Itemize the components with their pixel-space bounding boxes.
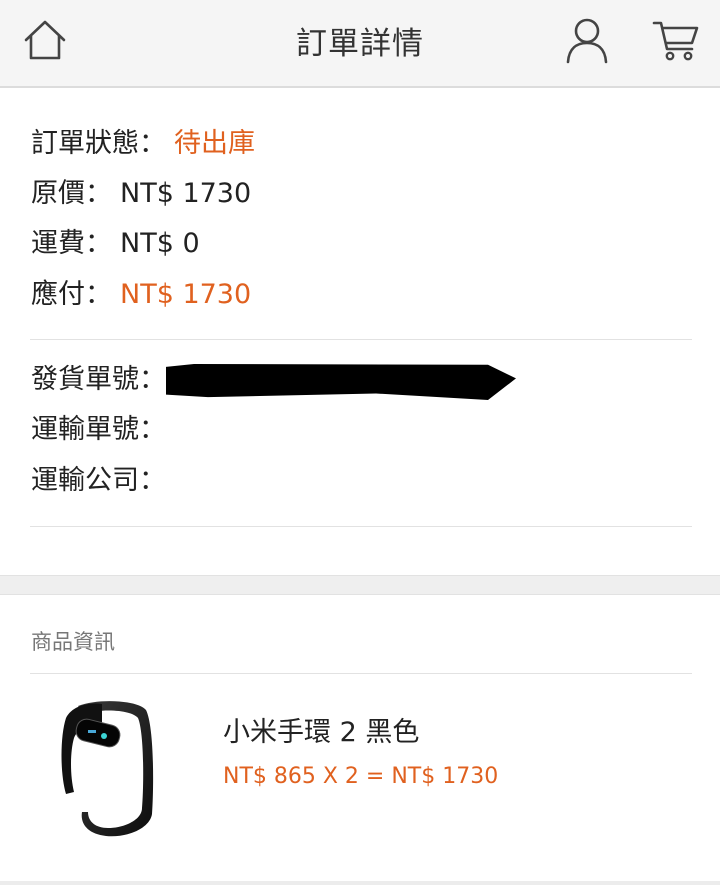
payable-value: NT$ 1730 (120, 279, 252, 310)
transport-company-row: 運輸公司： (31, 464, 166, 498)
user-icon[interactable] (565, 16, 609, 64)
top-header: 訂單詳情 (0, 0, 720, 88)
divider (30, 673, 692, 674)
fitness-band-image[interactable] (58, 696, 168, 841)
product-info-label: 商品資訊 (31, 630, 115, 654)
page-title: 訂單詳情 (296, 26, 424, 62)
payable-row: 應付： NT$ 1730 (31, 278, 251, 312)
delivery-number-label: 發貨單號： (31, 364, 166, 395)
order-status-value: 待出庫 (174, 128, 255, 159)
section-gap (0, 575, 720, 595)
cart-icon[interactable] (652, 18, 700, 62)
delivery-number-row: 發貨單號： (31, 363, 166, 397)
transport-number-row: 運輸單號： (31, 413, 166, 447)
transport-number-label: 運輸單號： (31, 414, 166, 445)
original-price-label: 原價： (31, 178, 112, 209)
shipping-fee-row: 運費： NT$ 0 (31, 227, 200, 261)
original-price-value: NT$ 1730 (120, 178, 252, 209)
original-price-row: 原價： NT$ 1730 (31, 177, 251, 211)
transport-company-label: 運輸公司： (31, 465, 166, 496)
product-name[interactable]: 小米手環 2 黑色 (223, 710, 419, 749)
divider (30, 339, 692, 340)
order-summary: 訂單狀態： 待出庫 原價： NT$ 1730 運費： NT$ 0 應付： NT$ 173… (0, 90, 720, 575)
redaction-mark (166, 364, 516, 400)
payable-label: 應付： (31, 279, 112, 310)
shipping-fee-label: 運費： (31, 228, 112, 259)
divider (30, 526, 692, 527)
product-price-line: NT$ 865 X 2 = NT$ 1730 (223, 764, 499, 789)
order-status-row: 訂單狀態： 待出庫 (31, 127, 255, 161)
bottom-divider (0, 881, 720, 885)
product-info-section: 商品資訊 小米手環 2 黑色 NT$ 865 X 2 = NT$ 1730 (0, 596, 720, 885)
shipping-fee-value: NT$ 0 (120, 228, 200, 259)
order-status-label: 訂單狀態： (31, 128, 166, 159)
